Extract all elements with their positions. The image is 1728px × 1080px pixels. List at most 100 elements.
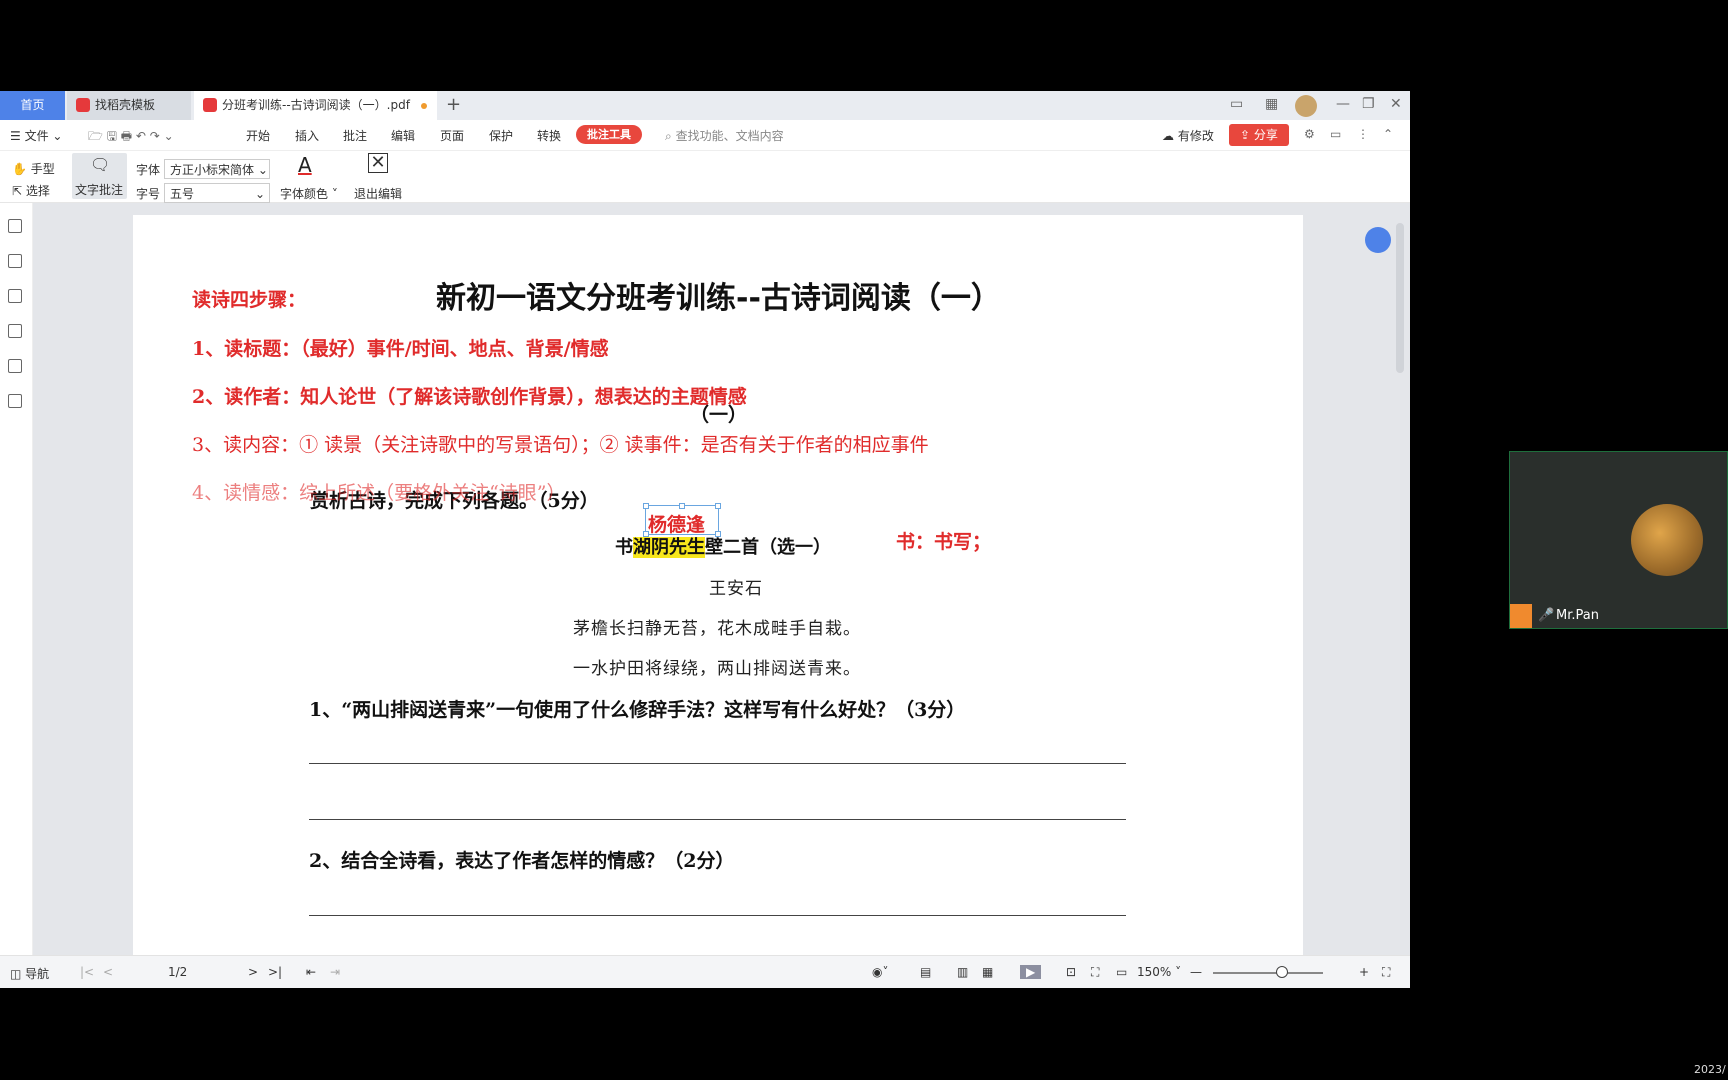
first-page-icon[interactable]: |< (80, 965, 94, 979)
floating-tool-icon[interactable] (1365, 227, 1391, 253)
exit-edit-icon[interactable]: ✕ (368, 153, 388, 173)
pdf-icon (203, 98, 217, 112)
font-color-label: 字体颜色 (280, 187, 329, 201)
annotation-shu[interactable]: 书：书写； (896, 527, 991, 554)
font-color-icon[interactable]: A (298, 153, 312, 177)
actual-size-icon[interactable]: ⊡ (1066, 965, 1076, 979)
participant-name-bar: 🎤 Mr.Pan (1510, 604, 1727, 628)
font-color-button[interactable]: 字体颜色 ˅ (280, 185, 338, 202)
search-box[interactable]: ⌕ 查找功能、文档内容 (665, 127, 784, 144)
answer-line (309, 915, 1126, 916)
annotation-tool-tab[interactable]: 批注工具 (576, 125, 642, 144)
menu-protect[interactable]: 保护 (489, 127, 513, 144)
has-changes-button[interactable]: ☁ 有修改 (1162, 127, 1214, 144)
collapse-ribbon-icon[interactable]: ⌃ (1383, 127, 1393, 141)
signature-icon[interactable] (8, 359, 22, 373)
resize-handle[interactable] (679, 503, 685, 509)
docer-icon (76, 98, 90, 112)
menu-insert[interactable]: 插入 (295, 127, 319, 144)
zoom-value: 150% (1137, 965, 1172, 979)
zoom-slider[interactable] (1213, 972, 1323, 974)
comment-list-icon[interactable] (8, 289, 22, 303)
page-number-field[interactable]: 1/2 (168, 965, 187, 979)
search-icon: ⌕ (665, 129, 672, 143)
font-family-value: 方正小标宋简体 (170, 163, 255, 177)
continuous-page-icon[interactable]: ▥ (957, 965, 968, 979)
vertical-scrollbar[interactable] (1396, 223, 1404, 373)
video-participant-panel[interactable]: 🎤 Mr.Pan (1509, 451, 1728, 629)
last-page-icon[interactable]: >| (268, 965, 282, 979)
answer-line (309, 763, 1126, 764)
select-tool[interactable]: ⇱ 选择 (12, 182, 50, 199)
resize-handle[interactable] (715, 503, 721, 509)
menu-bar: ☰ 文件 ⌄ 🗁 🖫 🖶 ↶ ↷ ⌄ 开始 插入 批注 编辑 页面 保护 转换 … (0, 120, 1410, 151)
nav-label: 导航 (25, 967, 50, 981)
double-page-icon[interactable]: ▦ (982, 965, 993, 979)
next-page-icon[interactable]: > (248, 965, 258, 979)
tab-docer-templates[interactable]: 找稻壳模板 (67, 91, 191, 120)
tab-docer-label: 找稻壳模板 (95, 98, 156, 112)
settings-icon[interactable]: ⚙ (1304, 127, 1315, 141)
poem-title-part1: 书 (615, 537, 633, 558)
prev-view-icon[interactable]: ⇤ (306, 965, 316, 979)
menu-convert[interactable]: 转换 (537, 127, 561, 144)
attachment-icon[interactable] (8, 324, 22, 338)
text-annotation-label: 文字批注 (75, 183, 124, 197)
font-size-value: 五号 (170, 187, 195, 201)
fullscreen-icon[interactable]: ⛶ (1382, 965, 1390, 980)
zoom-out-icon[interactable]: — (1190, 965, 1202, 979)
fit-page-icon[interactable]: ⛶ (1091, 965, 1099, 980)
quick-access-icons[interactable]: 🗁 🖫 🖶 ↶ ↷ ⌄ (88, 127, 174, 148)
left-sidebar (0, 203, 33, 955)
user-avatar[interactable] (1295, 95, 1317, 117)
menu-edit[interactable]: 编辑 (391, 127, 415, 144)
play-icon[interactable]: ▶ (1020, 965, 1042, 979)
share-button[interactable]: ⇪ 分享 (1229, 124, 1289, 146)
menu-page[interactable]: 页面 (440, 127, 464, 144)
font-family-select[interactable]: 方正小标宋简体 ⌄ (164, 159, 270, 179)
menu-start[interactable]: 开始 (246, 127, 270, 144)
tab-pdf-document[interactable]: 分班考训练--古诗词阅读（一）.pdf (194, 91, 437, 120)
annotation-ribbon: ✋ 手型 ⇱ 选择 🗨 文字批注 字体 方正小标宋简体 ⌄ 字号 五号 ⌄ A 字… (0, 151, 1410, 203)
single-page-icon[interactable]: ▤ (920, 965, 931, 979)
bookmark-icon[interactable] (8, 219, 22, 233)
fit-width-icon[interactable]: ▭ (1116, 965, 1127, 979)
step-2: 2、读作者：知人论世（了解该诗歌创作背景），想表达的主题情感 (192, 386, 747, 408)
participant-name: Mr.Pan (1556, 608, 1599, 623)
comment-icon[interactable]: ▭ (1330, 127, 1341, 141)
nav-toggle[interactable]: ◫ 导航 (10, 965, 49, 982)
apps-grid-icon[interactable]: ▦ (1265, 96, 1278, 112)
text-annotation-icon: 🗨 (90, 155, 111, 174)
layout-icon[interactable]: ▭ (1230, 96, 1243, 112)
eye-care-icon[interactable]: ◉˅ (872, 965, 888, 979)
step-3: 3、读内容：① 读景（关注诗歌中的写景语句）；② 读事件：是否有关于作者的相应事… (192, 434, 929, 456)
menu-file[interactable]: ☰ 文件 ⌄ (10, 127, 62, 144)
reading-steps-title: 读诗四步骤： (192, 289, 307, 311)
poem-title: 书湖阴先生壁二首（选一） (615, 533, 831, 559)
has-changes-label: 有修改 (1177, 129, 1214, 143)
next-view-icon[interactable]: ⇥ (330, 965, 340, 979)
user-icon (1510, 604, 1532, 628)
tab-home[interactable]: 首页 (0, 91, 65, 120)
prev-page-icon[interactable]: < (103, 965, 113, 979)
layers-icon[interactable] (8, 394, 22, 408)
minimize-icon[interactable]: — (1336, 96, 1350, 112)
section-number: （一） (690, 404, 748, 426)
zoom-level[interactable]: 150% ˅ (1137, 965, 1181, 979)
resize-handle[interactable] (643, 503, 649, 509)
add-tab-icon[interactable]: + (446, 91, 461, 119)
zoom-slider-handle[interactable] (1276, 966, 1288, 978)
restore-icon[interactable]: ❐ (1362, 96, 1375, 112)
search-placeholder: 查找功能、文档内容 (675, 129, 784, 143)
size-label: 字号 (136, 187, 161, 201)
zoom-in-icon[interactable]: + (1359, 965, 1369, 979)
thumbnail-icon[interactable] (8, 254, 22, 268)
hand-tool[interactable]: ✋ 手型 (12, 160, 55, 177)
font-size-select[interactable]: 五号 ⌄ (164, 183, 270, 203)
text-annotation-button[interactable]: 🗨 文字批注 (72, 153, 127, 199)
menu-annotate[interactable]: 批注 (343, 127, 367, 144)
close-icon[interactable]: ✕ (1390, 96, 1402, 112)
answer-line (309, 819, 1126, 820)
exit-edit-button[interactable]: 退出编辑 (354, 185, 402, 202)
more-icon[interactable]: ⋮ (1357, 127, 1369, 141)
